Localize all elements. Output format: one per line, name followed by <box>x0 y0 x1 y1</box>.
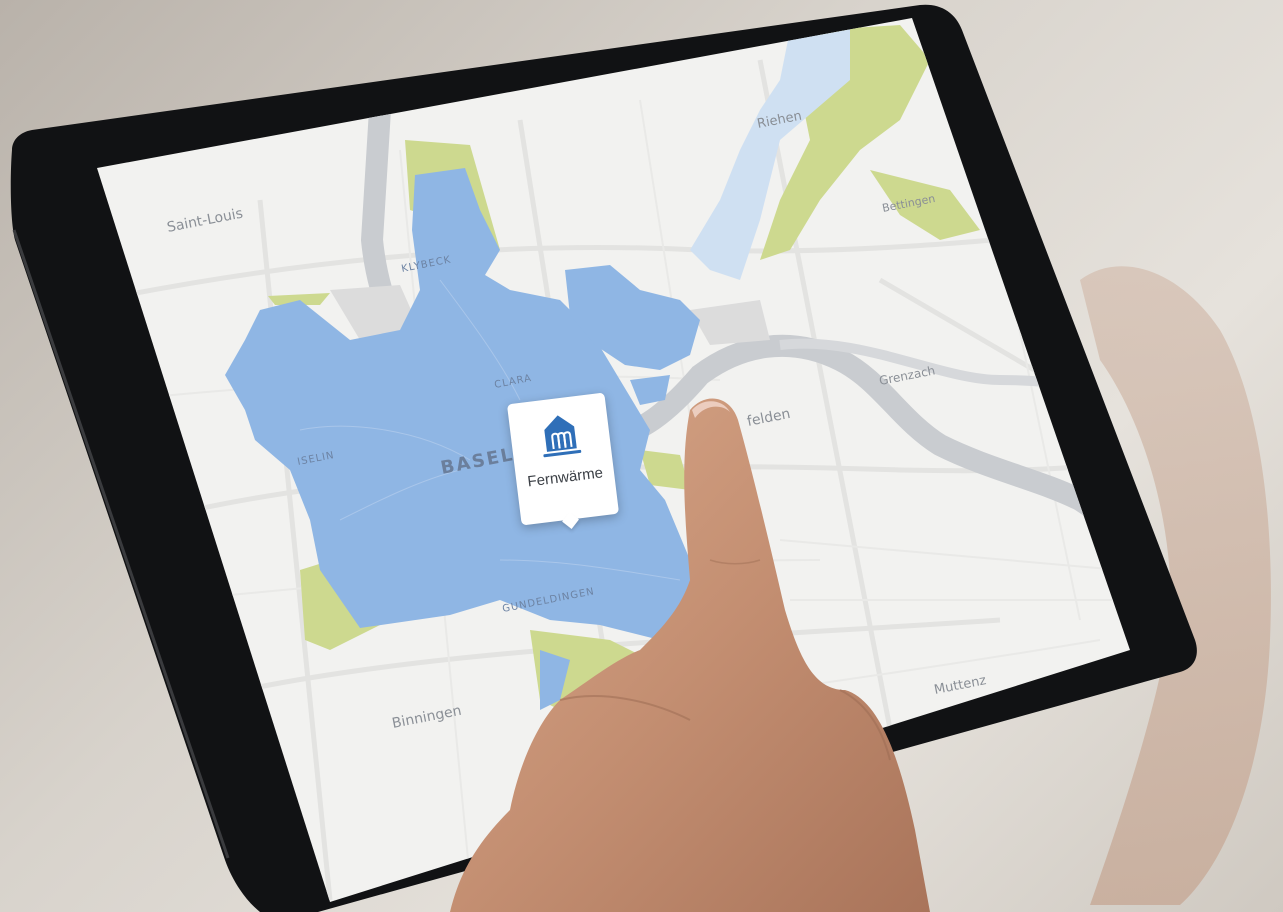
heating-popup[interactable]: Fernwärme <box>506 392 620 526</box>
scene: Saint-Louis Riehen Bettingen Grenzach fe… <box>10 4 1271 912</box>
popup-label: Fernwärme <box>526 464 604 491</box>
district-heating-icon <box>543 415 582 458</box>
